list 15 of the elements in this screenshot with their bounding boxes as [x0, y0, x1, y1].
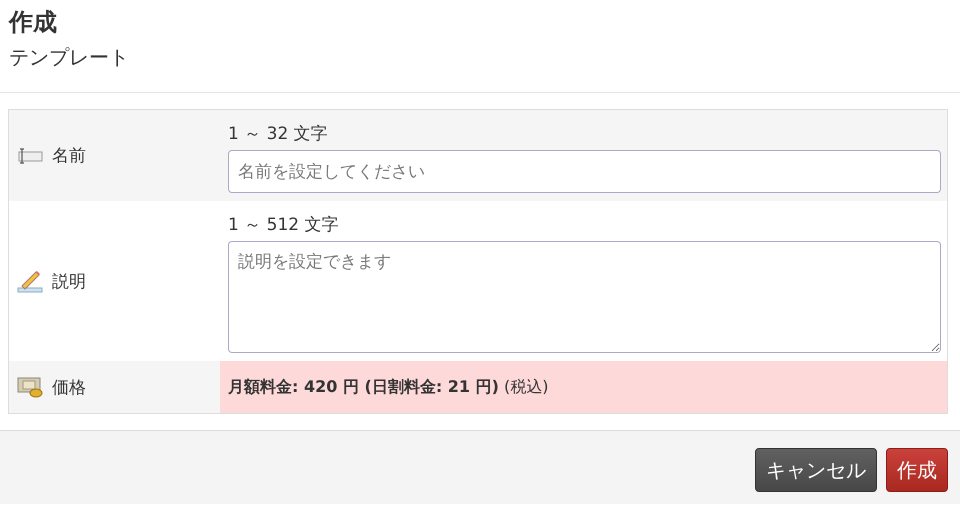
- description-field[interactable]: 説明を設定できます: [228, 241, 941, 353]
- length-hint: 1 ～ 512 文字: [228, 214, 338, 237]
- price-text: 月額料金: 420 円 (日割料金: 21 円) (税込): [228, 376, 549, 398]
- dialog-title: 作成: [9, 7, 58, 38]
- create-button[interactable]: 作成: [886, 448, 948, 492]
- length-hint: 1 ～ 32 文字: [228, 123, 328, 146]
- text-field-icon: [17, 146, 43, 164]
- field-label: 価格: [52, 376, 86, 398]
- dialog-subtitle: テンプレート: [9, 44, 130, 71]
- cancel-button[interactable]: キャンセル: [755, 448, 877, 492]
- pencil-ruler-icon: [17, 269, 43, 293]
- field-label: 説明: [52, 270, 86, 292]
- money-icon: [17, 376, 43, 398]
- name-field[interactable]: 名前を設定してください: [228, 150, 941, 193]
- field-label: 名前: [52, 145, 86, 167]
